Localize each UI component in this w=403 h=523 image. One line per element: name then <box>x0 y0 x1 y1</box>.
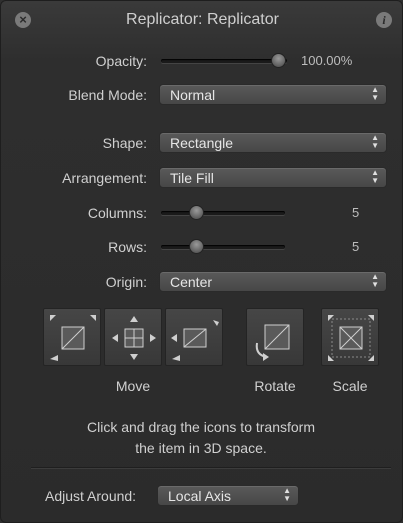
move-xz-tile[interactable] <box>104 308 162 366</box>
opacity-slider[interactable] <box>161 53 287 68</box>
title-bar: × Replicator: Replicator i <box>1 1 403 39</box>
origin-popup[interactable]: Center ▲ ▼ <box>159 271 387 292</box>
columns-value[interactable]: 5 <box>352 205 359 220</box>
blend-mode-label: Blend Mode: <box>68 87 147 103</box>
info-icon[interactable]: i <box>376 12 392 28</box>
rows-slider-knob[interactable] <box>189 239 204 254</box>
chevron-updown-icon: ▲ ▼ <box>371 133 379 150</box>
shape-row: Shape: Rectangle ▲ ▼ <box>1 132 403 154</box>
move-xz-icon <box>112 316 156 360</box>
blend-mode-value: Normal <box>170 87 216 103</box>
adjust-around-popup[interactable]: Local Axis ▲ ▼ <box>157 485 299 506</box>
adjust-around-label: Adjust Around: <box>45 488 137 504</box>
replicator-hud: × Replicator: Replicator i Opacity: 100.… <box>0 0 403 523</box>
arrangement-label: Arrangement: <box>62 170 147 186</box>
columns-slider-knob[interactable] <box>189 205 204 220</box>
opacity-label: Opacity: <box>95 53 147 69</box>
move-z-tile[interactable] <box>165 308 223 366</box>
instructions-line-1: Click and drag the icons to transform <box>87 419 315 435</box>
blend-mode-row: Blend Mode: Normal ▲ ▼ <box>1 84 403 106</box>
shape-popup[interactable]: Rectangle ▲ ▼ <box>159 132 387 153</box>
chevron-updown-icon: ▲ ▼ <box>283 486 291 503</box>
adjust-around-value: Local Axis <box>168 488 232 504</box>
rotate-tile[interactable] <box>246 308 304 366</box>
origin-row: Origin: Center ▲ ▼ <box>1 271 403 293</box>
columns-row: Columns: 5 <box>1 202 403 224</box>
close-icon[interactable]: × <box>15 12 31 28</box>
scale-icon <box>328 315 374 361</box>
opacity-value[interactable]: 100.00% <box>301 53 352 68</box>
rows-row: Rows: 5 <box>1 236 403 258</box>
move-xy-icon <box>50 315 96 361</box>
move-z-icon <box>171 320 219 361</box>
scale-caption: Scale <box>332 378 368 394</box>
divider <box>31 467 391 468</box>
origin-value: Center <box>170 274 213 290</box>
rows-label: Rows: <box>108 239 147 255</box>
scale-tile[interactable] <box>321 308 379 366</box>
chevron-updown-icon: ▲ ▼ <box>371 168 379 185</box>
transform-instructions: Click and drag the icons to transform th… <box>41 417 361 459</box>
origin-label: Origin: <box>105 274 147 290</box>
hud-title: Replicator: Replicator <box>126 11 279 28</box>
move-caption: Move <box>115 378 151 394</box>
shape-value: Rectangle <box>170 135 234 151</box>
rotate-icon <box>255 324 290 361</box>
arrangement-row: Arrangement: Tile Fill ▲ ▼ <box>1 167 403 189</box>
columns-slider[interactable] <box>161 205 285 220</box>
rows-slider[interactable] <box>161 239 285 254</box>
shape-label: Shape: <box>102 135 147 151</box>
opacity-row: Opacity: 100.00% <box>1 50 403 72</box>
move-xy-tile[interactable] <box>43 308 101 366</box>
chevron-updown-icon: ▲ ▼ <box>371 85 379 102</box>
instructions-line-2: the item in 3D space. <box>135 440 267 456</box>
chevron-updown-icon: ▲ ▼ <box>371 272 379 289</box>
blend-mode-popup[interactable]: Normal ▲ ▼ <box>159 84 387 105</box>
arrangement-popup[interactable]: Tile Fill ▲ ▼ <box>159 167 387 188</box>
opacity-slider-knob[interactable] <box>271 53 286 68</box>
rows-value[interactable]: 5 <box>352 239 359 254</box>
rotate-caption: Rotate <box>254 378 296 394</box>
arrangement-value: Tile Fill <box>170 170 214 186</box>
columns-label: Columns: <box>87 205 147 221</box>
